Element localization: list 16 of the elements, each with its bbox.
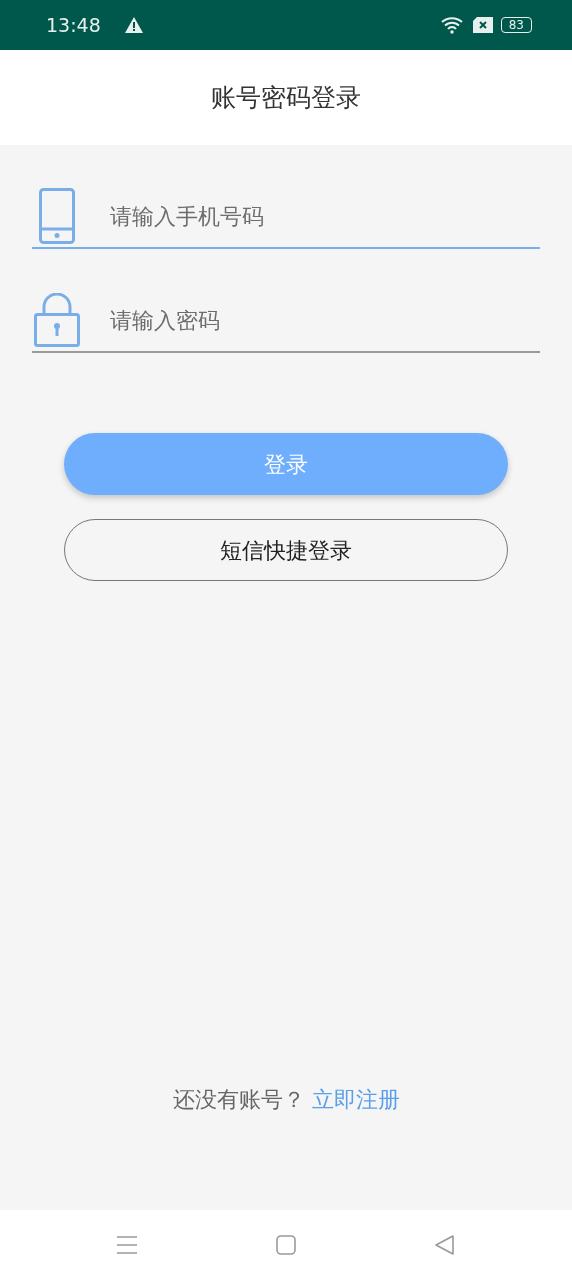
input-field[interactable]: 请输入手机号码 — [110, 199, 490, 233]
sim-error-icon — [472, 17, 493, 33]
warning-icon — [124, 17, 143, 33]
battery-indicator: 83 — [500, 17, 532, 33]
wifi-icon — [440, 16, 465, 34]
status-time: 13:48 — [46, 12, 101, 38]
signup-prompt: 还没有账号？ — [172, 1087, 305, 1112]
register-link[interactable]: 立即注册 — [311, 1087, 400, 1112]
phone-icon — [39, 188, 75, 244]
menu-icon[interactable] — [117, 1235, 138, 1255]
input-field[interactable]: 请输入密码 — [110, 303, 490, 337]
lock-icon — [34, 293, 80, 347]
login-button[interactable]: 登录 — [64, 433, 508, 495]
home-icon[interactable] — [276, 1235, 296, 1255]
page-title: 账号密码登录 — [211, 81, 361, 114]
back-icon[interactable] — [434, 1235, 455, 1255]
